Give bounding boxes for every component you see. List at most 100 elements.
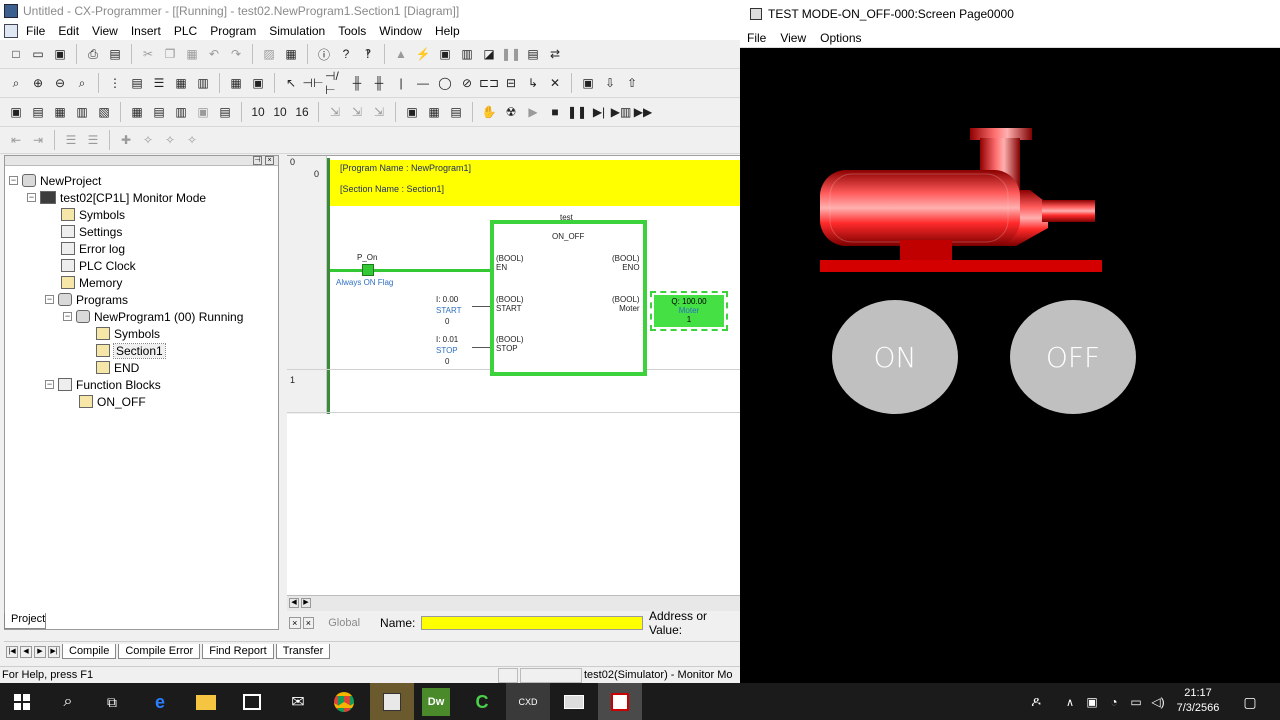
close-icon[interactable]: × [265, 156, 274, 165]
plc-icon[interactable]: ▣ [435, 44, 455, 64]
open-folder-icon[interactable]: ▭ [28, 44, 48, 64]
tree-item-symbols[interactable]: Symbols [61, 206, 125, 223]
paste-icon[interactable]: ▦ [182, 44, 202, 64]
zoom-out-icon[interactable]: ⊖ [50, 73, 70, 93]
coil-icon[interactable]: ◯ [435, 73, 455, 93]
find-icon[interactable]: ▨ [259, 44, 279, 64]
menu-simulation[interactable]: Simulation [269, 24, 325, 38]
mail-icon[interactable]: ✉ [284, 688, 312, 716]
bookmark-prev-icon[interactable]: ✧ [160, 130, 180, 150]
sim-breakpoint-icon[interactable]: ▤ [446, 102, 466, 122]
print-preview-icon[interactable]: ▤ [105, 44, 125, 64]
collapse-icon[interactable]: − [45, 380, 54, 389]
cx-designer-icon[interactable]: CXD [514, 688, 542, 716]
transfer-icon[interactable]: ⇄ [545, 44, 565, 64]
tree-item-plc-clock[interactable]: PLC Clock [61, 257, 136, 274]
info-icon[interactable]: ⓘ [314, 44, 334, 64]
transfer-to-plc-icon[interactable]: ⇩ [600, 73, 620, 93]
file-explorer-icon[interactable] [192, 688, 220, 716]
tree-item-programs[interactable]: − Programs [45, 291, 128, 308]
outdent-icon[interactable]: ⇥ [28, 130, 48, 150]
mode-icon[interactable]: ▥ [457, 44, 477, 64]
next-tab-icon[interactable]: ▶ [34, 645, 46, 658]
tab-compile[interactable]: Compile [62, 644, 117, 659]
scroll-right-icon[interactable]: ▶ [301, 598, 311, 608]
properties-icon[interactable]: ▦ [281, 44, 301, 64]
document-icon[interactable] [4, 24, 18, 38]
grid-icon[interactable]: ⋮ [105, 73, 125, 93]
bookmark-clear-icon[interactable]: ✧ [182, 130, 202, 150]
close-icon[interactable]: × [289, 617, 301, 629]
delete-line-icon[interactable]: ✕ [545, 73, 565, 93]
pause-icon[interactable]: ❚❚ [501, 44, 521, 64]
local-symbols-icon[interactable]: ▧ [94, 102, 114, 122]
help-icon[interactable]: ? [336, 44, 356, 64]
symbols-table-icon[interactable]: ▦ [226, 73, 246, 93]
zoom-in-icon[interactable]: ⊕ [28, 73, 48, 93]
print-icon[interactable]: ⎙ [83, 44, 103, 64]
sim-settings-icon[interactable]: ▣ [402, 102, 422, 122]
watch-window-icon[interactable]: ▣ [193, 102, 213, 122]
cx-programmer-icon[interactable] [560, 688, 588, 716]
on-button[interactable]: ON [832, 300, 958, 414]
people-icon[interactable]: ዶ [1022, 688, 1050, 716]
output-moter[interactable]: Q: 100.00 Moter 1 [650, 291, 728, 331]
menu-tools[interactable]: Tools [338, 24, 366, 38]
horizontal-line-icon[interactable]: — [413, 73, 433, 93]
fb-call-icon[interactable]: ⊟ [501, 73, 521, 93]
menu-program[interactable]: Program [210, 24, 256, 38]
sim-monitor-icon[interactable]: ▦ [424, 102, 444, 122]
menu-view[interactable]: View [92, 24, 118, 38]
contact-no-icon[interactable]: ⊣⊢ [303, 73, 324, 93]
scroll-left-icon[interactable]: ◀ [289, 598, 299, 608]
vertical-line-icon[interactable]: | [391, 73, 411, 93]
binary-icon[interactable]: 10 [248, 102, 268, 122]
chrome-icon[interactable] [330, 688, 358, 716]
search-icon[interactable]: ⌕ [54, 688, 82, 716]
tree-item-error-log[interactable]: Error log [61, 240, 125, 257]
sim-pause-icon[interactable]: ❚❚ [567, 102, 587, 122]
sim-scan-icon[interactable]: ▶▶ [633, 102, 653, 122]
st-view-icon[interactable]: ▦ [50, 102, 70, 122]
collapse-icon[interactable]: − [9, 176, 18, 185]
rung-icon[interactable]: ☰ [149, 73, 169, 93]
collapse-icon[interactable]: − [63, 312, 72, 321]
compare-icon[interactable]: ▤ [523, 44, 543, 64]
decimal-icon[interactable]: 10 [270, 102, 290, 122]
data-trace-icon[interactable]: ▦ [127, 102, 147, 122]
close-icon[interactable]: × [302, 617, 315, 629]
sim-run-icon[interactable]: ▶ [523, 102, 543, 122]
notepad-icon[interactable] [378, 688, 406, 716]
undo-icon[interactable]: ↶ [204, 44, 224, 64]
watch-icon[interactable]: ▦ [171, 73, 191, 93]
tree-item-newproject[interactable]: − NewProject [9, 172, 101, 189]
edge-icon[interactable]: e [146, 688, 174, 716]
sim-step-icon[interactable]: ▶| [589, 102, 609, 122]
menu-help[interactable]: Help [435, 24, 460, 38]
ladder-diagram[interactable]: 0 0 1 [Program Name : NewProgram1] [Sect… [287, 155, 740, 595]
sim-menu-options[interactable]: Options [820, 31, 861, 45]
contact-nc-icon[interactable]: ⊣/⊢ [325, 69, 345, 97]
bookmark-icon[interactable]: ✚ [116, 130, 136, 150]
global-label[interactable]: Global [328, 617, 360, 629]
notifications-icon[interactable]: ▢ [1236, 688, 1264, 716]
tab-compile-error[interactable]: Compile Error [118, 644, 201, 659]
menu-window[interactable]: Window [379, 24, 422, 38]
task-view-icon[interactable]: ⧉ [98, 688, 126, 716]
tree-item-settings[interactable]: Settings [61, 223, 122, 240]
tab-find-report[interactable]: Find Report [202, 644, 274, 659]
pin-icon[interactable]: ⊣ [253, 156, 262, 165]
tree-item-newprogram1[interactable]: − NewProgram1 (00) Running [63, 308, 243, 325]
zoom-icon[interactable]: ⌕ [6, 73, 26, 93]
connect-icon[interactable]: ↳ [523, 73, 543, 93]
sfc-view-icon[interactable]: ▥ [72, 102, 92, 122]
off-button[interactable]: OFF [1010, 300, 1136, 414]
save-icon[interactable]: ▣ [50, 44, 70, 64]
function-block-on-off[interactable]: ON_OFF (BOOL) EN (BOOL) ENO (BOOL) START… [490, 220, 647, 376]
sim-step-run-icon[interactable]: ▶▥ [611, 102, 632, 122]
step-over-icon[interactable]: ⇲ [347, 102, 367, 122]
menu-insert[interactable]: Insert [131, 24, 161, 38]
online-edit-icon[interactable]: ▣ [578, 73, 598, 93]
bookmark-next-icon[interactable]: ✧ [138, 130, 158, 150]
io-table-icon[interactable]: ▥ [193, 73, 213, 93]
